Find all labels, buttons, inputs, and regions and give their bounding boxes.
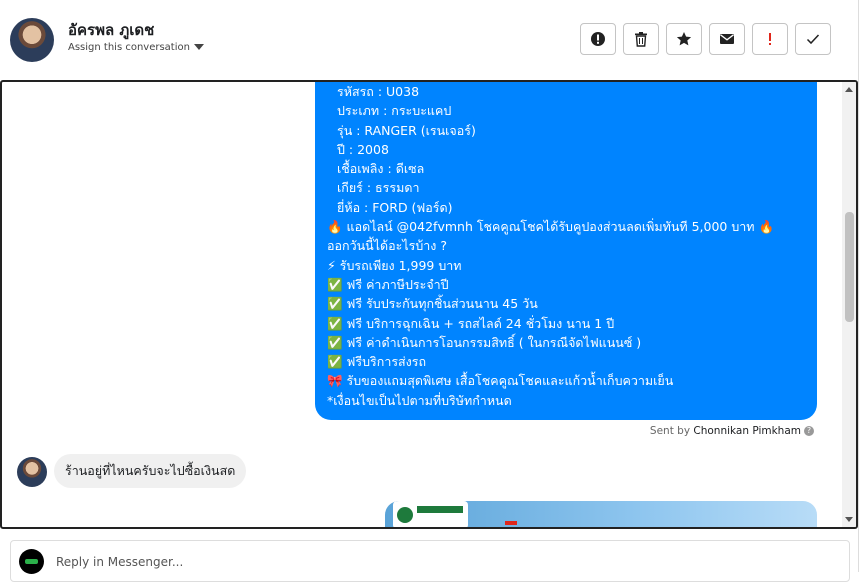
caret-down-icon (193, 44, 204, 50)
star-icon (676, 32, 692, 46)
scrollbar-thumb[interactable] (845, 212, 854, 322)
message-line: ✅ ฟรีบริการส่งรถ (327, 354, 427, 370)
message-line: เชื้อเพลิง : ดีเซล (337, 161, 425, 177)
check-icon (806, 34, 820, 45)
message-line: *เงื่อนไขเป็นไปตามที่บริษัทกำหนด (327, 392, 512, 408)
message-line: เกียร์ : ธรรมดา (337, 180, 420, 196)
brand-logo (393, 501, 468, 527)
right-edge-divider (858, 0, 868, 572)
exclamation-icon (769, 33, 771, 45)
contact-name[interactable]: อัครพล ภูเดช (68, 18, 154, 42)
message-line: ปี : 2008 (337, 141, 389, 157)
contact-avatar[interactable] (10, 18, 54, 62)
trash-icon (635, 32, 647, 47)
reply-composer[interactable]: Reply in Messenger... (10, 540, 850, 582)
message-line: ✅ ฟรี ค่าดำเนินการโอนกรรมสิทธิ์ ( ในกรณี… (327, 334, 642, 350)
assign-conversation-dropdown[interactable]: Assign this conversation (68, 42, 204, 53)
scroll-down-arrow-icon[interactable] (845, 517, 853, 522)
message-line: ออกวันนี้ได้อะไรบ้าง ? (327, 238, 447, 254)
message-line: ⚡ รับรถเพียง 1,999 บาท (327, 257, 462, 273)
outgoing-message-bubble[interactable]: รหัสรถ : U038 ประเภท : กระบะแคป รุ่น : R… (315, 82, 817, 421)
page-avatar (19, 549, 44, 574)
action-toolbar (580, 23, 831, 55)
decorative-dash (505, 521, 517, 525)
banner-graphic: รถสวย (555, 507, 675, 527)
message-line: รหัสรถ : U038 (337, 84, 420, 99)
message-line: รุ่น : RANGER (เรนเจอร์) (337, 122, 476, 138)
thread-scrollbar[interactable] (842, 82, 856, 527)
exclamation-circle-icon (591, 32, 605, 46)
message-line: ยี่ห้อ : FORD (ฟอร์ด) (337, 199, 453, 215)
help-icon[interactable]: ? (804, 426, 814, 436)
envelope-icon (720, 34, 734, 44)
star-button[interactable] (666, 23, 702, 55)
alert-button[interactable] (580, 23, 616, 55)
assign-label: Assign this conversation (68, 42, 190, 53)
message-line: 🔥 แอดไลน์ @042fvmnh โชคคูณโชคได้รับคูปอง… (327, 219, 775, 235)
spam-button[interactable] (752, 23, 788, 55)
sent-by-prefix: Sent by (649, 425, 691, 437)
incoming-message-bubble[interactable]: ร้านอยู่ที่ไหนครับจะไปซื้อเงินสด (54, 454, 247, 488)
sender-name: Chonnikan Pimkham (693, 425, 801, 437)
message-line: 🎀 รับของแถมสุดพิเศษ เสื้อโชคคูณโชคและแก้… (327, 373, 674, 389)
message-line: ประเภท : กระบะแคป (337, 103, 452, 119)
delete-button[interactable] (623, 23, 659, 55)
message-line: ✅ ฟรี ค่าภาษีประจำปี (327, 276, 449, 292)
message-line: ✅ ฟรี บริการฉุกเฉิน + รถสไลด์ 24 ชั่วโมง… (327, 315, 615, 331)
conversation-header: อัครพล ภูเดช Assign this conversation (0, 0, 868, 80)
contact-avatar-small[interactable] (17, 457, 47, 487)
sent-by-label: Sent by Chonnikan Pimkham? (650, 425, 814, 437)
image-attachment[interactable]: รถสวย (385, 501, 817, 527)
done-button[interactable] (795, 23, 831, 55)
message-thread[interactable]: รหัสรถ : U038 ประเภท : กระบะแคป รุ่น : R… (0, 80, 858, 529)
reply-input[interactable]: Reply in Messenger... (56, 555, 183, 569)
mail-button[interactable] (709, 23, 745, 55)
message-line: ✅ ฟรี รับประกันทุกชิ้นส่วนนาน 45 วัน (327, 296, 538, 312)
scroll-up-arrow-icon[interactable] (845, 87, 853, 92)
